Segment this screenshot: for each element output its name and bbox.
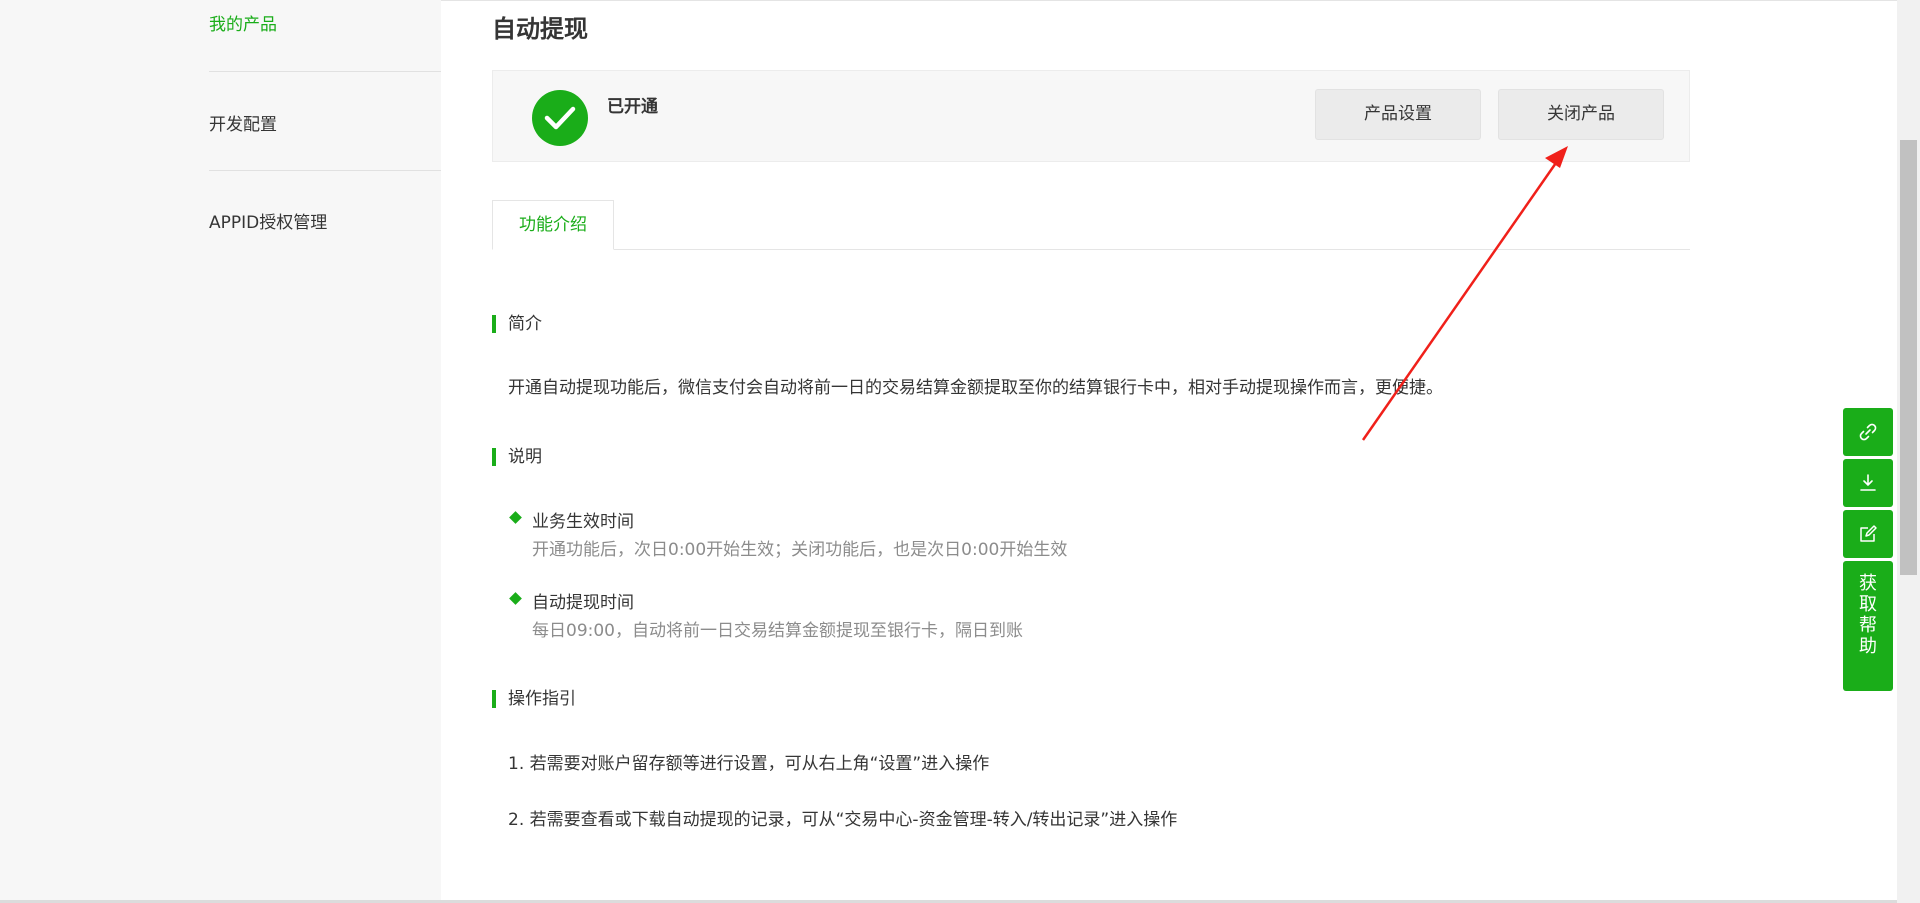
status-card: 已开通 产品设置 关闭产品 bbox=[492, 70, 1690, 162]
link-icon bbox=[1859, 423, 1877, 441]
help-char: 获 bbox=[1859, 573, 1877, 594]
tab-bar: 功能介绍 bbox=[492, 200, 1690, 250]
sidebar-item-my-products[interactable]: 我的产品 bbox=[209, 0, 441, 72]
sidebar-item-label: APPID授权管理 bbox=[209, 213, 328, 233]
section-title-guide: 操作指引 bbox=[492, 690, 576, 708]
guide-step: 2. 若需要查看或下载自动提现的记录，可从“交易中心-资金管理-转入/转出记录”… bbox=[508, 810, 1178, 830]
list-item-title: 自动提现时间 bbox=[532, 593, 634, 613]
diamond-bullet-icon bbox=[509, 511, 522, 524]
close-product-button[interactable]: 关闭产品 bbox=[1498, 89, 1664, 140]
page-title: 自动提现 bbox=[492, 15, 588, 43]
list-item-desc: 开通功能后，次日0:00开始生效；关闭功能后，也是次日0:00开始生效 bbox=[532, 540, 1068, 560]
diamond-bullet-icon bbox=[509, 592, 522, 605]
help-char: 助 bbox=[1859, 636, 1877, 657]
help-char: 取 bbox=[1859, 594, 1877, 615]
list-item-title: 业务生效时间 bbox=[532, 512, 634, 532]
download-icon bbox=[1860, 474, 1876, 491]
tab-feature-intro[interactable]: 功能介绍 bbox=[492, 200, 614, 250]
intro-text: 开通自动提现功能后，微信支付会自动将前一日的交易结算金额提取至你的结算银行卡中，… bbox=[508, 378, 1443, 398]
status-label: 已开通 bbox=[607, 97, 658, 117]
get-help-button[interactable]: 获 取 帮 助 bbox=[1843, 561, 1893, 691]
scrollbar-thumb[interactable] bbox=[1900, 140, 1917, 575]
guide-step: 1. 若需要对账户留存额等进行设置，可从右上角“设置”进入操作 bbox=[508, 754, 990, 774]
check-circle-icon bbox=[532, 90, 588, 146]
sidebar: 我的产品 开发配置 APPID授权管理 bbox=[209, 0, 441, 270]
sidebar-item-label: 我的产品 bbox=[209, 15, 277, 35]
list-item-desc: 每日09:00，自动将前一日交易结算金额提现至银行卡，隔日到账 bbox=[532, 621, 1023, 641]
help-char: 帮 bbox=[1859, 615, 1877, 636]
product-settings-button[interactable]: 产品设置 bbox=[1315, 89, 1481, 140]
edit-icon bbox=[1860, 525, 1877, 542]
section-title-notes: 说明 bbox=[492, 448, 542, 466]
section-title-intro: 简介 bbox=[492, 315, 542, 333]
floating-toolbar: 获 取 帮 助 bbox=[1843, 408, 1893, 691]
download-button[interactable] bbox=[1843, 459, 1893, 507]
link-button[interactable] bbox=[1843, 408, 1893, 456]
sidebar-item-dev-config[interactable]: 开发配置 bbox=[209, 72, 441, 171]
sidebar-item-appid-auth[interactable]: APPID授权管理 bbox=[209, 171, 441, 270]
sidebar-item-label: 开发配置 bbox=[209, 115, 277, 135]
feedback-button[interactable] bbox=[1843, 510, 1893, 558]
